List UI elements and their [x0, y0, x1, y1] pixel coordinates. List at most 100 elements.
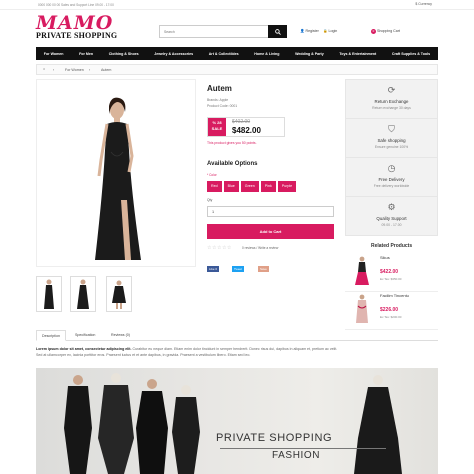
- nav-item-for-women[interactable]: For Women: [44, 52, 64, 56]
- home-icon[interactable]: ⌂: [43, 67, 45, 71]
- tweet-button[interactable]: Tweet: [232, 266, 245, 272]
- product-thumbnail-2[interactable]: [70, 276, 96, 312]
- breadcrumb: ⌂ › For Women › Autem: [36, 64, 438, 75]
- nav-item-toys-entertainment[interactable]: Toys & Entertainment: [339, 52, 376, 56]
- product-thumbnail-1[interactable]: [36, 276, 62, 312]
- nav-item-clothing-shoes[interactable]: Clothing & Shoes: [109, 52, 139, 56]
- register-link[interactable]: 👤 Register: [300, 29, 319, 33]
- quantity-input[interactable]: 1: [207, 206, 334, 217]
- nav-item-art-collectibles[interactable]: Art & Collectibles: [209, 52, 239, 56]
- tab-specification[interactable]: Specification: [70, 330, 100, 341]
- feature-subtitle: Ensure genuine 100%: [374, 145, 409, 149]
- support-line-text: 0000 000 00 00 Sales and Support Line 09…: [38, 3, 114, 7]
- new-price: $482.00: [232, 126, 261, 135]
- promo-banner[interactable]: PRIVATE SHOPPING FASHION: [36, 368, 438, 474]
- related-product-price: $226.00: [380, 307, 399, 313]
- feature-safe-shopping: ⛉ Safe shopping Ensure genuine 100%: [345, 118, 438, 158]
- feature-title: Return Exchange: [374, 99, 409, 104]
- thumbnail-image: [77, 279, 89, 309]
- nav-item-jewelry-accessories[interactable]: Jewelry & Accessories: [154, 52, 193, 56]
- product-thumbnail-3[interactable]: [106, 276, 132, 312]
- shopping-cart-link[interactable]: 0 Shopping Cart: [371, 29, 400, 34]
- description-text: Lorem ipsum dolor sit amet, consectetur …: [36, 346, 438, 358]
- feature-subtitle: Return exchange 30 days: [372, 106, 411, 110]
- breadcrumb-autem[interactable]: Autem: [101, 68, 111, 72]
- product-brand: Brands: Apple: [207, 98, 229, 102]
- feature-title: Quality Support: [376, 216, 407, 221]
- cart-count-badge: 0: [371, 29, 376, 34]
- feature-free-delivery: ◷ Free Delivery Free delivery worldwide: [345, 157, 438, 197]
- product-code: Product Code: 0001: [207, 104, 238, 108]
- currency-selector[interactable]: $ Currency: [415, 2, 432, 6]
- color-option-blue[interactable]: Blue: [223, 181, 239, 192]
- related-product-tax: Ex Tax: $200.00: [380, 315, 402, 319]
- related-product-tax: Ex Tax: $350.00: [380, 277, 402, 281]
- reviews-link[interactable]: 0 reviews / Write a review: [242, 246, 278, 250]
- nav-item-craft-supplies[interactable]: Craft Supplies & Tools: [392, 52, 430, 56]
- gear-icon: ⚙: [387, 202, 396, 212]
- color-options: Red Blue Green Pink Purple: [207, 181, 297, 192]
- description-line-2: Sed at ullamcorper ex, lacinia porttitor…: [36, 353, 251, 357]
- banner-divider: [220, 448, 386, 449]
- old-price: $402.00: [232, 119, 251, 125]
- sale-badge: % 28 SALE: [208, 118, 226, 136]
- thumbnail-image: [112, 280, 126, 309]
- related-product-name: Facilim Tincentu: [380, 293, 409, 298]
- feature-return-exchange: ⟳ Return Exchange Return exchange 30 day…: [345, 79, 438, 119]
- nav-item-home-living[interactable]: Home & Living: [254, 52, 279, 56]
- description-lead: Lorem ipsum dolor sit amet, consectetur …: [36, 347, 132, 351]
- thumbnail-image: [44, 279, 54, 309]
- search-icon: [274, 28, 281, 35]
- related-product-1[interactable]: Sikus $422.00 Ex Tax: $350.00: [345, 252, 438, 292]
- sale-badge-word: SALE: [211, 126, 223, 131]
- feature-quality-support: ⚙ Quality Support 09.00 - 17.00: [345, 196, 438, 236]
- top-bar: 0000 000 00 00 Sales and Support Line 09…: [0, 0, 474, 10]
- header: MAMO PRIVATE SHOPPING 👤 Register 🔒 Login…: [0, 10, 474, 44]
- main-nav: For Women For Men Clothing & Shoes Jewel…: [36, 47, 438, 60]
- related-product-image: [355, 256, 369, 285]
- login-label: Login: [328, 29, 338, 33]
- color-option-green[interactable]: Green: [240, 181, 259, 192]
- related-product-price: $422.00: [380, 269, 399, 275]
- related-product-name: Sikus: [380, 255, 390, 260]
- color-option-pink[interactable]: Pink: [260, 181, 276, 192]
- reward-points-note: This product gives you 50 points.: [207, 141, 257, 145]
- related-product-image: [356, 294, 368, 323]
- product-title: Autem: [207, 84, 232, 93]
- lock-icon: 🔒: [323, 29, 328, 33]
- feature-title: Safe shopping: [377, 138, 406, 143]
- color-label: * Color: [207, 173, 217, 177]
- breadcrumb-for-women[interactable]: For Women: [65, 68, 84, 72]
- feature-title: Free Delivery: [378, 177, 405, 182]
- tab-reviews[interactable]: Reviews (0): [106, 330, 135, 341]
- site-logo[interactable]: MAMO PRIVATE SHOPPING: [36, 14, 122, 42]
- color-option-red[interactable]: Red: [207, 181, 222, 192]
- feature-subtitle: Free delivery worldwide: [373, 184, 410, 188]
- cart-label: Shopping Cart: [377, 29, 400, 33]
- clock-icon: ◷: [387, 163, 396, 173]
- feature-subtitle: 09.00 - 17.00: [381, 223, 402, 227]
- add-to-cart-button[interactable]: Add to Cart: [207, 224, 334, 239]
- search-button[interactable]: [268, 25, 287, 38]
- nav-item-wedding-party[interactable]: Wedding & Party: [295, 52, 324, 56]
- banner-subtitle: FASHION: [272, 450, 321, 461]
- user-icon: 👤: [300, 29, 305, 33]
- logo-tagline: PRIVATE SHOPPING: [36, 31, 118, 40]
- tab-description[interactable]: Description: [36, 330, 66, 341]
- register-label: Register: [305, 29, 319, 33]
- breadcrumb-separator: ›: [89, 68, 91, 72]
- banner-title: PRIVATE SHOPPING: [216, 432, 333, 444]
- related-product-2[interactable]: Facilim Tincentu $226.00 Ex Tax: $200.00: [345, 290, 438, 330]
- qty-label: Qty: [207, 198, 213, 202]
- related-products-title: Related Products: [371, 243, 413, 249]
- nav-item-for-men[interactable]: For Men: [79, 52, 93, 56]
- rating-stars: ☆☆☆☆☆: [207, 245, 232, 251]
- pinterest-save-button[interactable]: Save: [258, 266, 269, 272]
- refresh-icon: ⟳: [387, 85, 396, 95]
- facebook-like-button[interactable]: Like 0: [207, 266, 220, 272]
- color-option-purple[interactable]: Purple: [277, 181, 297, 192]
- available-options-title: Available Options: [207, 161, 258, 167]
- product-main-image[interactable]: [36, 79, 196, 267]
- search-input[interactable]: [160, 26, 268, 37]
- login-link[interactable]: 🔒 Login: [323, 29, 337, 33]
